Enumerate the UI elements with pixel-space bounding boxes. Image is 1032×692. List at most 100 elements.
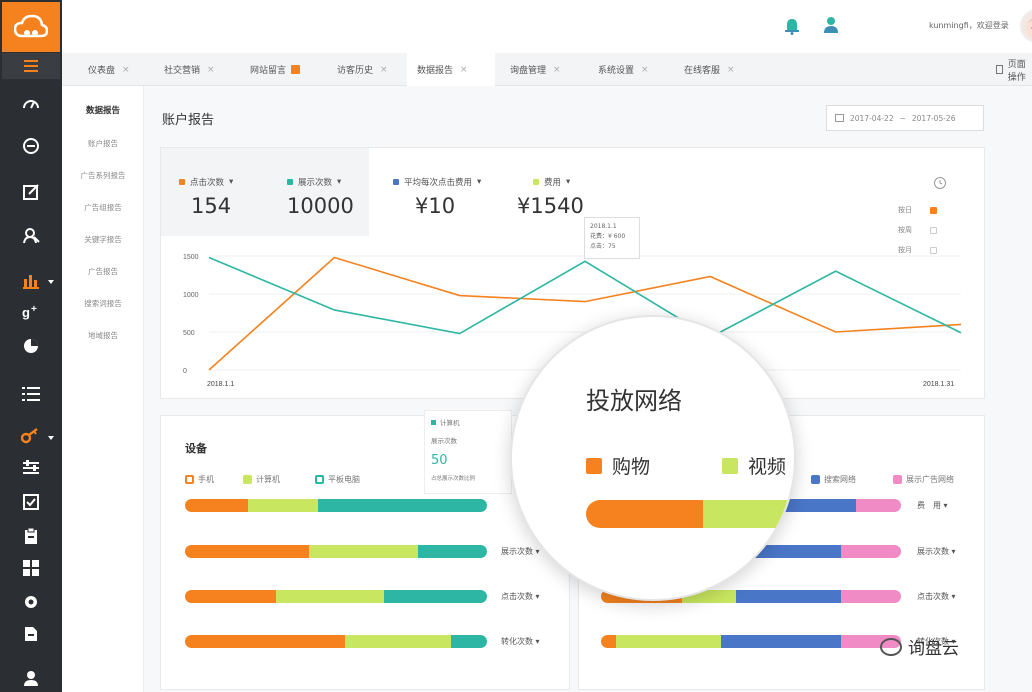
submenu-item-search-term-report[interactable]: 搜索词报告 [62,298,144,309]
notification-badge-icon [291,65,301,74]
submenu-item-keyword-report[interactable]: 关键字报告 [62,234,144,245]
metric-impressions-selector[interactable]: 展示次数 ▾ [287,176,341,188]
minus-circle-icon[interactable] [19,134,43,158]
bar-segment [616,635,721,648]
clipboard-icon[interactable] [19,524,43,548]
logo[interactable] [2,2,60,52]
bar-segment-video [703,500,789,528]
close-icon[interactable]: × [207,65,215,75]
legend-mobile: 手机 [185,474,214,485]
document-icon[interactable] [19,622,43,646]
tab-online-service[interactable]: 在线客服 × [674,53,735,86]
stacked-bar[interactable] [185,635,487,648]
legend-label: 计算机 [256,475,280,484]
tab-label: 社交营销 [164,66,201,76]
page-title: 账户报告 [162,113,215,128]
tab-visitor-history[interactable]: 访客历史 × [327,53,388,86]
legend-tablet: 平板电脑 [315,474,360,485]
close-icon[interactable]: × [460,65,468,75]
bell-icon[interactable] [785,17,799,35]
row-label: 展示次数 ▾ [917,547,956,556]
tab-label: 数据报告 [417,66,454,76]
tab-system-settings[interactable]: 系统设置 × [588,53,649,86]
legend-dot-icon [533,179,539,185]
checkbox-icon[interactable] [930,226,937,234]
date-separator: ~ [899,113,906,123]
close-icon[interactable]: × [641,65,649,75]
metric-cost-selector[interactable]: 费用 ▾ [533,176,570,188]
user-notify-icon[interactable] [824,16,838,34]
submenu-item-region-report[interactable]: 地域报告 [62,330,144,341]
legend-label: 手机 [198,475,214,484]
metric-label: 展示次数 [298,178,333,188]
close-icon[interactable]: × [553,65,561,75]
settings-sliders-icon[interactable] [19,456,43,480]
submenu-item-adgroup-report[interactable]: 广告组报告 [62,202,144,213]
user-search-icon[interactable] [19,223,43,247]
page-operations-button[interactable]: 页面操作 [996,53,1032,86]
key-icon[interactable] [19,424,43,448]
tooltip-sub: 展示次数 [431,437,457,445]
checkbox-checked-icon[interactable] [930,206,937,214]
stacked-bar[interactable] [185,545,487,558]
list-icon[interactable] [19,382,43,406]
pie-chart-icon[interactable] [19,334,43,358]
tablet-icon [315,475,324,484]
metric-value: 154 [191,194,232,218]
tooltip-label: 计算机 [440,419,460,427]
legend-swatch-icon [722,457,738,474]
checkbox-icon[interactable] [930,246,937,254]
tab-label: 访客历史 [337,66,374,76]
dashboard-icon[interactable] [19,92,43,116]
submenu-item-campaign-report[interactable]: 广告系列报告 [62,170,144,181]
watermark-text: 询盘云 [908,639,959,659]
menu-toggle-button[interactable] [2,53,60,79]
user-icon[interactable] [19,666,43,690]
stacked-bar[interactable] [601,635,901,648]
granularity-month[interactable]: 按月 [898,240,958,260]
metric-clicks-selector[interactable]: 点击次数 ▾ [179,176,233,188]
magnified-legend-shopping: 购物 [586,452,650,479]
wechat-icon [880,637,902,656]
clock-icon[interactable] [933,176,947,190]
date-range-picker[interactable]: 2017-04-22 ~ 2017-05-26 [826,105,984,131]
stacked-bar[interactable] [185,590,487,603]
google-plus-icon[interactable]: g + [19,300,43,324]
tab-site-messages[interactable]: 网站留言 [240,53,301,86]
tooltip-date: 2018.1.1 [590,223,617,230]
close-icon[interactable]: × [380,65,388,75]
tab-data-report[interactable]: 数据报告 × [407,53,495,86]
main-sidebar: g + [0,0,62,692]
bar-segment [450,635,487,648]
tab-inquiry-management[interactable]: 询盘管理 × [500,53,561,86]
tab-dashboard[interactable]: 仪表盘 × [78,53,130,86]
metric-cpc-selector[interactable]: 平均每次点击费用 ▾ [393,176,481,188]
y-tick-label: 1500 [183,254,199,261]
granularity-label: 按日 [898,206,912,214]
tab-label: 在线客服 [684,66,721,76]
card-title: 设备 [185,442,207,455]
granularity-week[interactable]: 按周 [898,220,958,240]
checkbox-icon [996,65,1003,74]
device-tooltip: 计算机 展示次数 50 占总展示次数比例 [424,410,512,494]
y-tick-label: 0 [183,368,187,375]
gear-icon[interactable] [19,590,43,614]
avatar[interactable] [1020,9,1032,43]
legend-dot-icon [431,419,436,425]
bar-segment [841,545,901,558]
bar-chart-icon[interactable] [19,268,43,292]
check-square-icon[interactable] [19,490,43,514]
edit-icon[interactable] [19,180,43,204]
tab-label: 系统设置 [598,66,635,76]
close-icon[interactable]: × [122,65,130,75]
close-icon[interactable]: × [727,65,735,75]
stacked-bar[interactable] [185,499,487,512]
granularity-day[interactable]: 按日 [898,200,958,220]
bar-segment [345,635,451,648]
submenu-item-ad-report[interactable]: 广告报告 [62,266,144,277]
watermark: 询盘云 [880,634,959,659]
bar-segment [417,545,487,558]
tab-social-marketing[interactable]: 社交营销 × [154,53,215,86]
grid-icon[interactable] [19,556,43,580]
submenu-item-account-report[interactable]: 账户报告 [62,138,144,149]
